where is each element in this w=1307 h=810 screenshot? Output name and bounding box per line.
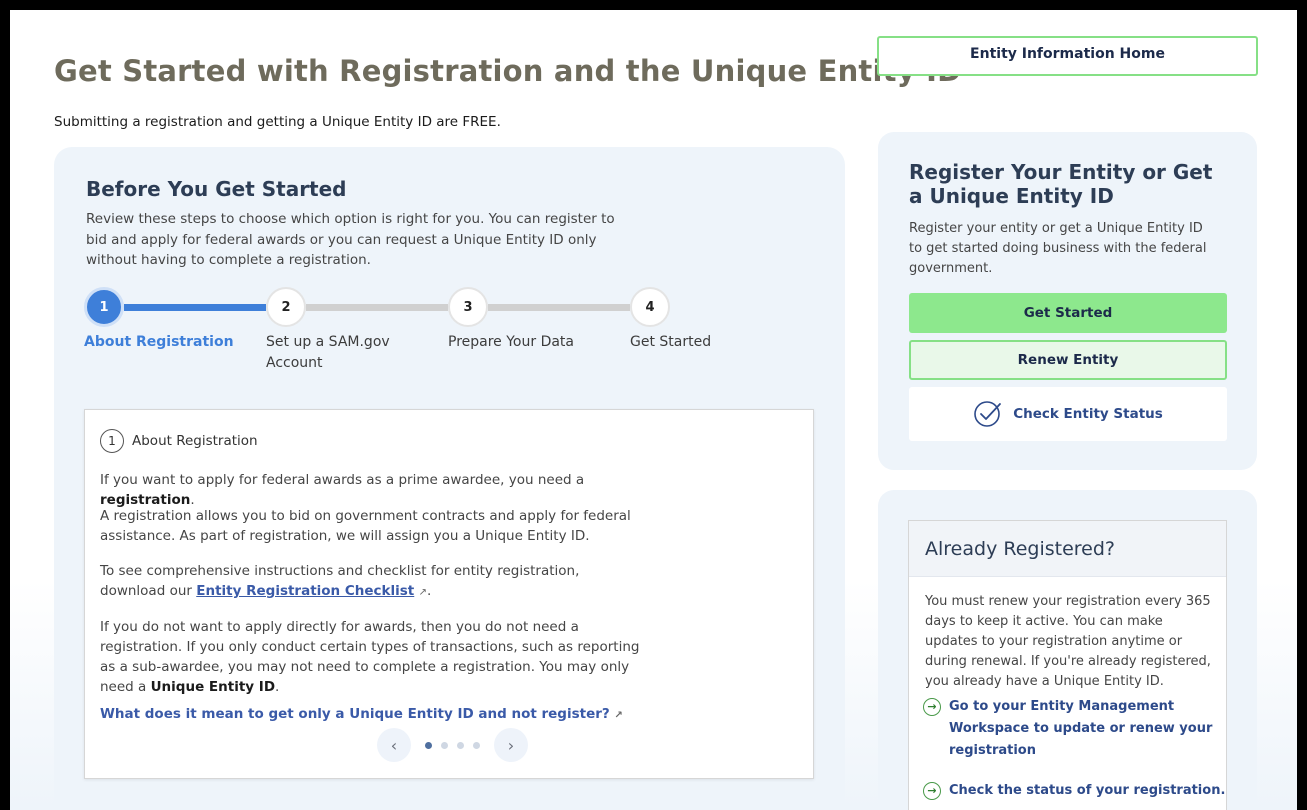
p4-end: . [275,679,280,695]
entity-management-workspace-link[interactable]: → Go to your Entity Management Workspace… [923,696,1226,762]
arrow-right-circle-icon: → [923,782,941,800]
page-title: Get Started with Registration and the Un… [54,54,962,88]
step-3-circle[interactable]: 3 [448,287,488,327]
paragraph-4: If you do not want to apply directly for… [100,617,640,697]
renew-entity-button[interactable]: Renew Entity [909,340,1227,380]
stepper: 1 2 3 4 About Registration Set up a SAM.… [84,287,784,377]
panel-heading-text: About Registration [132,433,258,449]
step-4-circle[interactable]: 4 [630,287,670,327]
step-3-label[interactable]: Prepare Your Data [448,332,608,353]
carousel-dot[interactable] [425,741,432,749]
step-4-label[interactable]: Get Started [630,332,750,353]
link2-text[interactable]: Check the status of your registration. [949,780,1225,802]
before-you-get-started-card: Before You Get Started Review these step… [54,147,845,810]
before-title: Before You Get Started [86,177,347,201]
carousel-controls: ‹ › [377,728,528,762]
arrow-right-circle-icon: → [923,698,941,716]
carousel-dot[interactable] [473,741,480,749]
p4-bold: Unique Entity ID [150,679,276,695]
entity-information-home-button[interactable]: Entity Information Home [877,36,1258,76]
check-entity-status-label[interactable]: Check Entity Status [1013,406,1163,422]
link1-text[interactable]: Go to your Entity Management Workspace t… [949,696,1226,762]
already-registered-description: You must renew your registration every 3… [925,594,1211,689]
register-description: Register your entity or get a Unique Ent… [909,221,1207,276]
step-1-label[interactable]: About Registration [84,332,244,353]
entity-registration-checklist-link[interactable]: Entity Registration Checklist [196,583,414,599]
get-started-button[interactable]: Get Started [909,293,1227,333]
register-title: Register Your Entity or Get a Unique Ent… [909,160,1213,208]
step-connector-3 [488,304,630,311]
external-link-icon: ↗ [614,710,623,721]
paragraph-2: A registration allows you to bid on gove… [100,508,631,544]
unique-entity-id-question-link[interactable]: What does it mean to get only a Unique E… [100,706,623,722]
check-entity-status-button[interactable]: Check Entity Status [909,387,1227,441]
external-link-icon: ↗ [418,587,427,598]
register-entity-card: Register Your Entity or Get a Unique Ent… [878,132,1257,470]
carousel-prev-button[interactable]: ‹ [377,728,411,762]
p3-end: . [426,583,432,599]
question-text[interactable]: What does it mean to get only a Unique E… [100,706,610,722]
page-subtitle: Submitting a registration and getting a … [54,114,501,130]
paragraph-3: To see comprehensive instructions and ch… [100,561,630,603]
paragraph-1: If you want to apply for federal awards … [100,470,660,510]
step-1-circle[interactable]: 1 [84,287,124,327]
carousel-dot[interactable] [441,741,448,749]
already-registered-box: Already Registered? You must renew your … [908,520,1227,810]
check-registration-status-link[interactable]: → Check the status of your registration. [923,780,1225,802]
before-description: Review these steps to choose which optio… [86,211,615,268]
check-circle-icon [974,401,1002,427]
panel-heading: 1 About Registration [100,429,258,453]
p1-text: If you want to apply for federal awards … [100,472,585,488]
carousel-next-button[interactable]: › [494,728,528,762]
step-2-label[interactable]: Set up a SAM.gov Account [266,332,406,374]
about-registration-panel: 1 About Registration If you want to appl… [84,409,814,779]
already-registered-card: Already Registered? You must renew your … [878,490,1257,810]
page: Get Started with Registration and the Un… [10,10,1297,810]
step-connector-2 [306,304,448,311]
panel-step-number: 1 [100,429,124,453]
step-connector-1 [124,304,266,311]
carousel-dot[interactable] [457,741,464,749]
carousel-dots [419,741,486,749]
already-registered-title: Already Registered? [909,521,1226,577]
step-2-circle[interactable]: 2 [266,287,306,327]
